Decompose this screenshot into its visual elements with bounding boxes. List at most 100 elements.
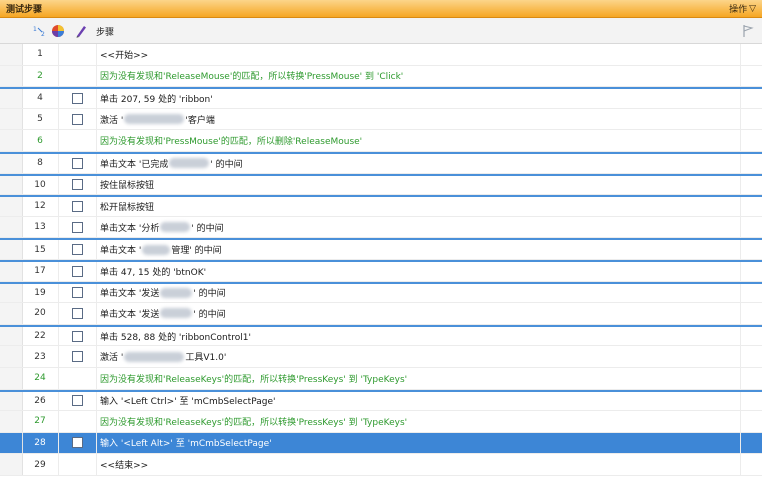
row-gutter[interactable] xyxy=(0,197,23,216)
step-text: 因为没有发现和'PressMouse'的匹配，所以删除'ReleaseMouse… xyxy=(100,130,742,151)
step-row[interactable]: 20 单击文本 '发送 ' 的中间 xyxy=(0,303,762,325)
step-text: 单击 47, 15 处的 'btnOK' xyxy=(100,262,742,281)
column-divider xyxy=(58,303,59,324)
step-row[interactable]: 27 因为没有发现和'ReleaseKeys'的匹配，所以转换'PressKeys… xyxy=(0,411,762,433)
step-checkbox[interactable] xyxy=(71,179,83,191)
step-text-part: 单击 207, 59 处的 'ribbon' xyxy=(100,94,213,105)
step-checkbox[interactable] xyxy=(71,265,83,277)
step-row[interactable]: 4 单击 207, 59 处的 'ribbon' xyxy=(0,87,762,109)
column-header-steps[interactable]: 步骤 xyxy=(96,18,114,44)
row-gutter[interactable] xyxy=(0,130,23,151)
column-divider xyxy=(96,240,97,259)
column-divider xyxy=(58,65,59,87)
redacted-text xyxy=(124,114,185,125)
step-text-part: 因为没有发现和'ReleaseMouse'的匹配，所以转换'PressMouse… xyxy=(100,72,404,83)
step-checkbox-cell xyxy=(62,303,92,324)
step-checkbox[interactable] xyxy=(71,92,83,104)
step-text-part: <<结束>> xyxy=(100,461,149,472)
step-row[interactable]: 17 单击 47, 15 处的 'btnOK' xyxy=(0,259,762,282)
row-gutter[interactable] xyxy=(0,153,23,173)
step-row[interactable]: 13 单击文本 '分析 ' 的中间 xyxy=(0,216,762,239)
step-text-part: 单击文本 '已完成 xyxy=(100,159,169,170)
step-row[interactable]: 8 单击文本 '已完成 ' 的中间 xyxy=(0,151,762,174)
step-checkbox[interactable] xyxy=(71,351,83,363)
column-divider xyxy=(58,432,59,454)
row-gutter[interactable] xyxy=(0,303,23,324)
step-number: 24 xyxy=(34,373,46,384)
row-gutter[interactable] xyxy=(0,44,23,65)
pen-icon[interactable] xyxy=(72,18,90,44)
step-row[interactable]: 1 <<开始>> xyxy=(0,44,762,66)
step-row[interactable]: 6 因为没有发现和'PressMouse'的匹配，所以删除'ReleaseMous… xyxy=(0,130,762,152)
column-divider xyxy=(58,454,59,475)
step-text: 激活 ' 工具V1.0' xyxy=(100,346,742,367)
step-text-part: ' 的中间 xyxy=(193,289,226,300)
row-gutter[interactable] xyxy=(0,108,23,130)
step-number: 13 xyxy=(34,222,46,233)
step-row[interactable]: 28 输入 '<Left Alt>' 至 'mCmbSelectPage' xyxy=(0,432,762,455)
step-text: 输入 '<Left Ctrl>' 至 'mCmbSelectPage' xyxy=(100,392,742,411)
step-text: 单击文本 '发送 ' 的中间 xyxy=(100,303,742,324)
step-row[interactable]: 22 单击 528, 88 处的 'ribbonControl1' xyxy=(0,324,762,347)
svg-text:1: 1 xyxy=(33,26,37,33)
step-row[interactable]: 19 单击文本 '发送 ' 的中间 xyxy=(0,281,762,304)
step-row[interactable]: 29 <<结束>> xyxy=(0,454,762,476)
row-gutter[interactable] xyxy=(0,216,23,238)
step-checkbox[interactable] xyxy=(71,157,83,169)
step-text-part: 输入 '<Left Alt>' 至 'mCmbSelectPage' xyxy=(100,439,272,450)
row-gutter[interactable] xyxy=(0,391,23,411)
row-gutter[interactable] xyxy=(0,89,23,108)
step-text-part: 因为没有发现和'ReleaseKeys'的匹配，所以转换'PressKeys' … xyxy=(100,374,408,385)
step-row[interactable]: 12 松开鼠标按钮 xyxy=(0,195,762,217)
step-checkbox[interactable] xyxy=(71,113,83,125)
flag-icon[interactable] xyxy=(738,18,758,44)
step-text: 单击 528, 88 处的 'ribbonControl1' xyxy=(100,327,742,346)
step-text: 激活 ' '客户端 xyxy=(100,109,742,130)
step-number: 19 xyxy=(34,287,46,298)
step-row[interactable]: 10 按住鼠标按钮 xyxy=(0,173,762,196)
step-row[interactable]: 2 因为没有发现和'ReleaseMouse'的匹配，所以转换'PressMous… xyxy=(0,65,762,88)
step-row[interactable]: 5 激活 ' '客户端 xyxy=(0,108,762,131)
column-divider xyxy=(96,346,97,367)
step-number: 20 xyxy=(34,308,46,319)
step-text: 按住鼠标按钮 xyxy=(100,176,742,195)
row-gutter[interactable] xyxy=(0,326,23,346)
step-text-part: 输入 '<Left Ctrl>' 至 'mCmbSelectPage' xyxy=(100,397,276,408)
step-checkbox[interactable] xyxy=(71,307,83,319)
row-gutter[interactable] xyxy=(0,432,23,454)
step-row[interactable]: 24 因为没有发现和'ReleaseKeys'的匹配，所以转换'PressKeys… xyxy=(0,367,762,390)
step-checkbox[interactable] xyxy=(71,221,83,233)
step-row[interactable]: 26 输入 '<Left Ctrl>' 至 'mCmbSelectPage' xyxy=(0,389,762,412)
row-gutter[interactable] xyxy=(0,175,23,195)
row-gutter[interactable] xyxy=(0,367,23,389)
steps-grid: 1 <<开始>> 2 因为没有发现和'ReleaseMouse'的匹配，所以转换'Pr… xyxy=(0,44,762,476)
redacted-text xyxy=(160,222,191,233)
row-gutter[interactable] xyxy=(0,283,23,303)
step-checkbox[interactable] xyxy=(71,330,83,342)
column-divider xyxy=(58,346,59,367)
row-gutter[interactable] xyxy=(0,454,23,475)
step-text-part: 单击文本 '分析 xyxy=(100,223,160,234)
step-checkbox[interactable] xyxy=(71,200,83,212)
step-text-part: 按住鼠标按钮 xyxy=(100,181,155,192)
operations-menu[interactable]: 操作 ▽ xyxy=(729,2,756,16)
row-gutter[interactable] xyxy=(0,261,23,281)
step-row[interactable]: 15 单击文本 ' 管理' 的中间 xyxy=(0,238,762,260)
step-checkbox[interactable] xyxy=(71,437,83,449)
row-gutter[interactable] xyxy=(0,240,23,259)
row-gutter[interactable] xyxy=(0,346,23,367)
step-checkbox[interactable] xyxy=(71,287,83,299)
step-checkbox[interactable] xyxy=(71,244,83,256)
row-gutter[interactable] xyxy=(0,65,23,87)
step-text-part: 管理' 的中间 xyxy=(171,246,222,257)
step-text-part: 单击 47, 15 处的 'btnOK' xyxy=(100,267,207,278)
color-cube-icon[interactable] xyxy=(48,18,68,44)
step-checkbox-cell xyxy=(62,240,92,259)
step-number: 22 xyxy=(34,331,46,342)
step-checkbox[interactable] xyxy=(71,395,83,407)
redacted-text xyxy=(160,308,193,319)
row-gutter[interactable] xyxy=(0,411,23,432)
step-row[interactable]: 23 激活 ' 工具V1.0' xyxy=(0,346,762,368)
step-text-part: 单击文本 '发送 xyxy=(100,289,160,300)
step-text: 因为没有发现和'ReleaseKeys'的匹配，所以转换'PressKeys' … xyxy=(100,368,742,389)
